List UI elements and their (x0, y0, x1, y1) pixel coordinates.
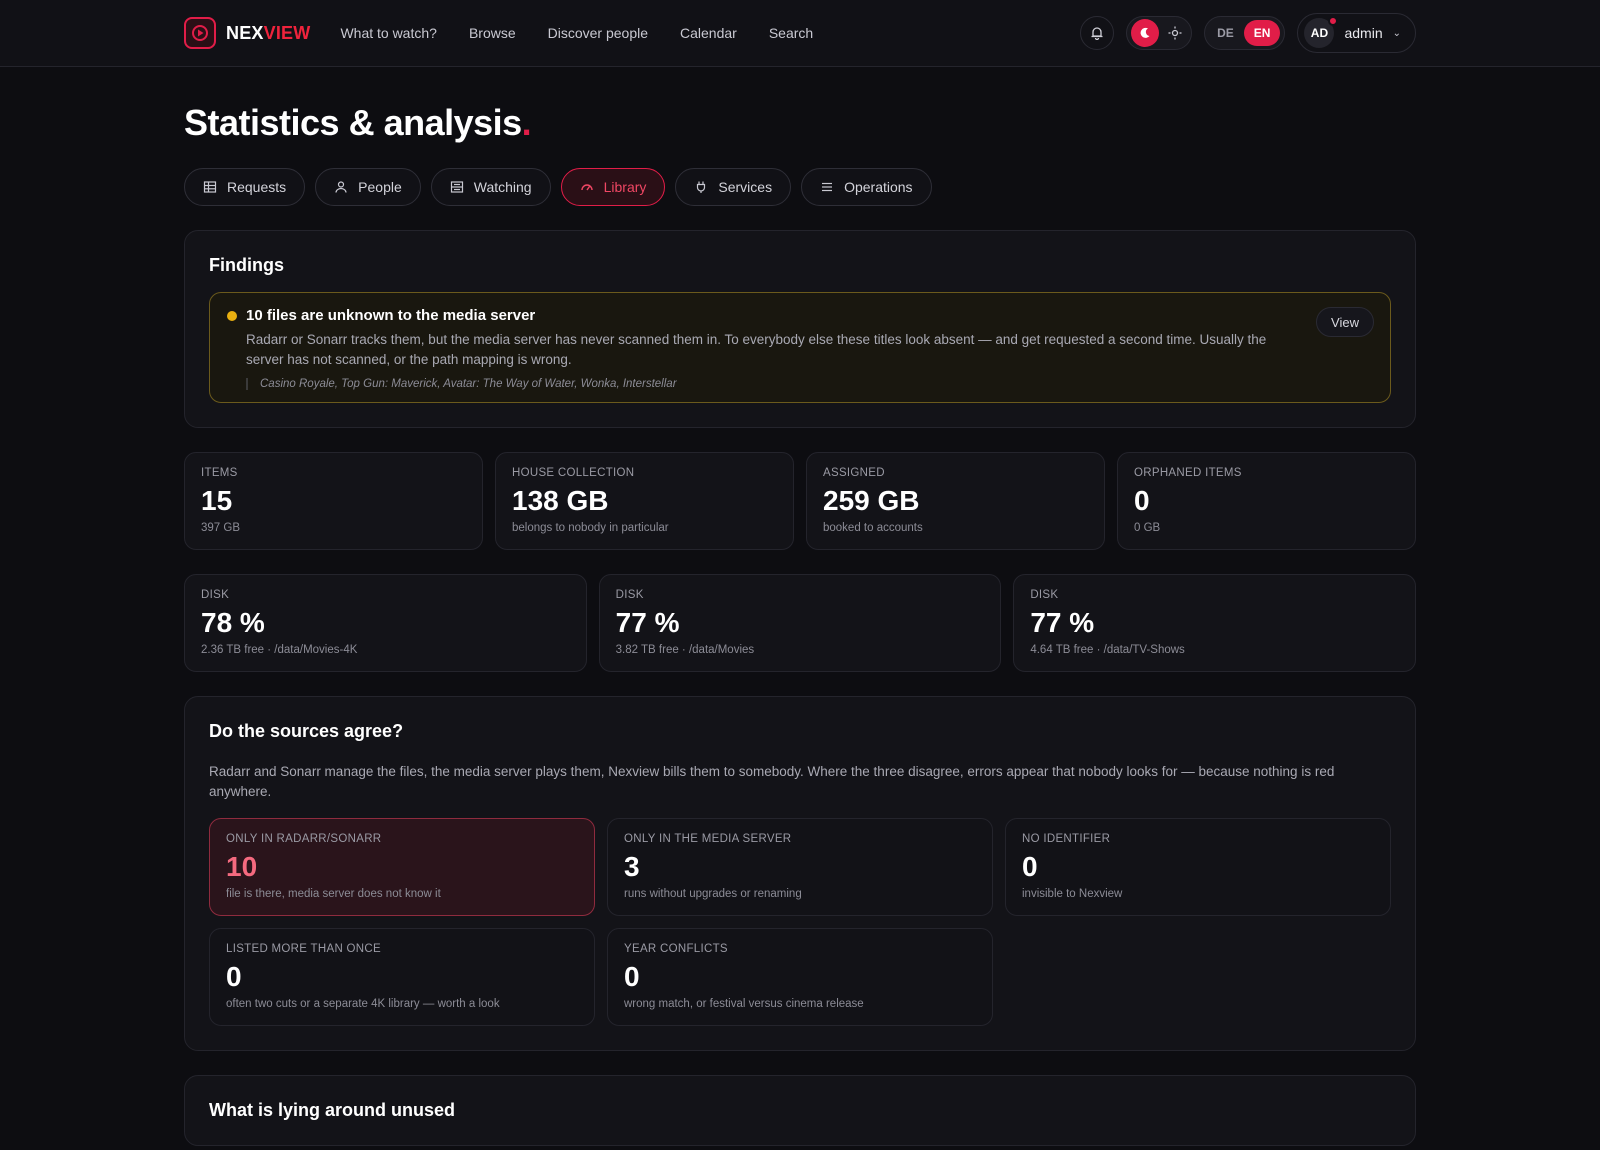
sources-intro: Radarr and Sonarr manage the files, the … (209, 764, 1335, 799)
view-button[interactable]: View (1316, 307, 1374, 337)
disk-stats: DISK 78 % 2.36 TB free · /data/Movies-4K… (184, 574, 1416, 672)
disk-card-tv-shows: DISK 77 % 4.64 TB free · /data/TV-Shows (1013, 574, 1416, 672)
user-menu[interactable]: AD admin ⌄ (1297, 13, 1416, 53)
table-icon (203, 181, 217, 193)
findings-panel: Findings 10 files are unknown to the med… (184, 230, 1416, 428)
sources-grid: ONLY IN RADARR/SONARR 10 file is there, … (209, 818, 1391, 1026)
finding-description: Radarr or Sonarr tracks them, but the me… (246, 332, 1267, 367)
finding-title: 10 files are unknown to the media server (246, 307, 536, 324)
lang-de[interactable]: DE (1209, 26, 1242, 40)
tab-library[interactable]: Library (560, 168, 666, 206)
notifications-button[interactable] (1080, 16, 1115, 50)
source-card-year-conflicts[interactable]: YEAR CONFLICTS 0 wrong match, or festiva… (607, 928, 993, 1026)
top-navigation-bar: NEXVIEW What to watch? Browse Discover p… (0, 0, 1600, 67)
app-logo[interactable]: NEXVIEW (184, 17, 310, 49)
source-card-no-identifier[interactable]: NO IDENTIFIER 0 invisible to Nexview (1005, 818, 1391, 916)
nav-calendar[interactable]: Calendar (680, 25, 737, 41)
theme-toggle[interactable] (1126, 16, 1193, 50)
finding-card: 10 files are unknown to the media server… (209, 292, 1391, 403)
findings-heading: Findings (209, 255, 284, 275)
sources-panel: Do the sources agree? Radarr and Sonarr … (184, 696, 1416, 1051)
unused-panel: What is lying around unused (184, 1075, 1416, 1146)
library-stats: ITEMS 15 397 GB HOUSE COLLECTION 138 GB … (184, 452, 1416, 550)
warning-dot-icon (227, 311, 237, 321)
person-icon (335, 181, 347, 193)
language-switch: DE EN (1204, 16, 1286, 50)
stat-card-assigned: ASSIGNED 259 GB booked to accounts (806, 452, 1105, 550)
finding-affected-titles: Casino Royale, Top Gun: Maverick, Avatar… (246, 378, 1372, 390)
source-card-only-radarr-sonarr[interactable]: ONLY IN RADARR/SONARR 10 file is there, … (209, 818, 595, 916)
nav-discover-people[interactable]: Discover people (548, 25, 648, 41)
main-nav: What to watch? Browse Discover people Ca… (340, 25, 813, 41)
unused-heading: What is lying around unused (209, 1100, 456, 1120)
chevron-down-icon: ⌄ (1392, 27, 1401, 39)
gauge-icon (580, 184, 593, 191)
source-card-listed-more-than-once[interactable]: LISTED MORE THAN ONCE 0 often two cuts o… (209, 928, 595, 1026)
nav-browse[interactable]: Browse (469, 25, 516, 41)
stat-card-items: ITEMS 15 397 GB (184, 452, 483, 550)
tab-operations[interactable]: Operations (801, 168, 932, 206)
tab-requests[interactable]: Requests (184, 168, 306, 206)
play-logo-icon (184, 17, 216, 49)
bell-icon (1091, 27, 1103, 40)
tab-people[interactable]: People (315, 168, 421, 206)
disk-card-movies-4k: DISK 78 % 2.36 TB free · /data/Movies-4K (184, 574, 587, 672)
stat-card-house-collection: HOUSE COLLECTION 138 GB belongs to nobod… (495, 452, 794, 550)
tab-services[interactable]: Services (675, 168, 792, 206)
sources-heading: Do the sources agree? (209, 721, 404, 741)
source-card-only-media-server[interactable]: ONLY IN THE MEDIA SERVER 3 runs without … (607, 818, 993, 916)
nav-what-to-watch[interactable]: What to watch? (340, 25, 437, 41)
lang-en[interactable]: EN (1243, 20, 1281, 46)
list-icon (450, 181, 463, 193)
stat-card-orphaned-items: ORPHANED ITEMS 0 0 GB (1117, 452, 1416, 550)
header-actions: DE EN AD admin ⌄ (1080, 13, 1416, 53)
notification-dot (1328, 16, 1339, 26)
sun-icon[interactable] (1163, 26, 1187, 40)
tab-watching[interactable]: Watching (430, 168, 551, 206)
app-name: NEXVIEW (226, 22, 311, 43)
stats-tabs: Requests People Watching Library Service… (184, 168, 1416, 206)
plug-icon (697, 181, 706, 193)
page-title: Statistics & analysis. (184, 102, 532, 143)
disk-card-movies: DISK 77 % 3.82 TB free · /data/Movies (598, 574, 1002, 672)
menu-icon (822, 182, 833, 192)
moon-icon[interactable] (1131, 19, 1160, 47)
nav-search[interactable]: Search (769, 25, 813, 41)
username: admin (1344, 25, 1383, 41)
main-content: Statistics & analysis. Requests People W… (184, 102, 1416, 1146)
